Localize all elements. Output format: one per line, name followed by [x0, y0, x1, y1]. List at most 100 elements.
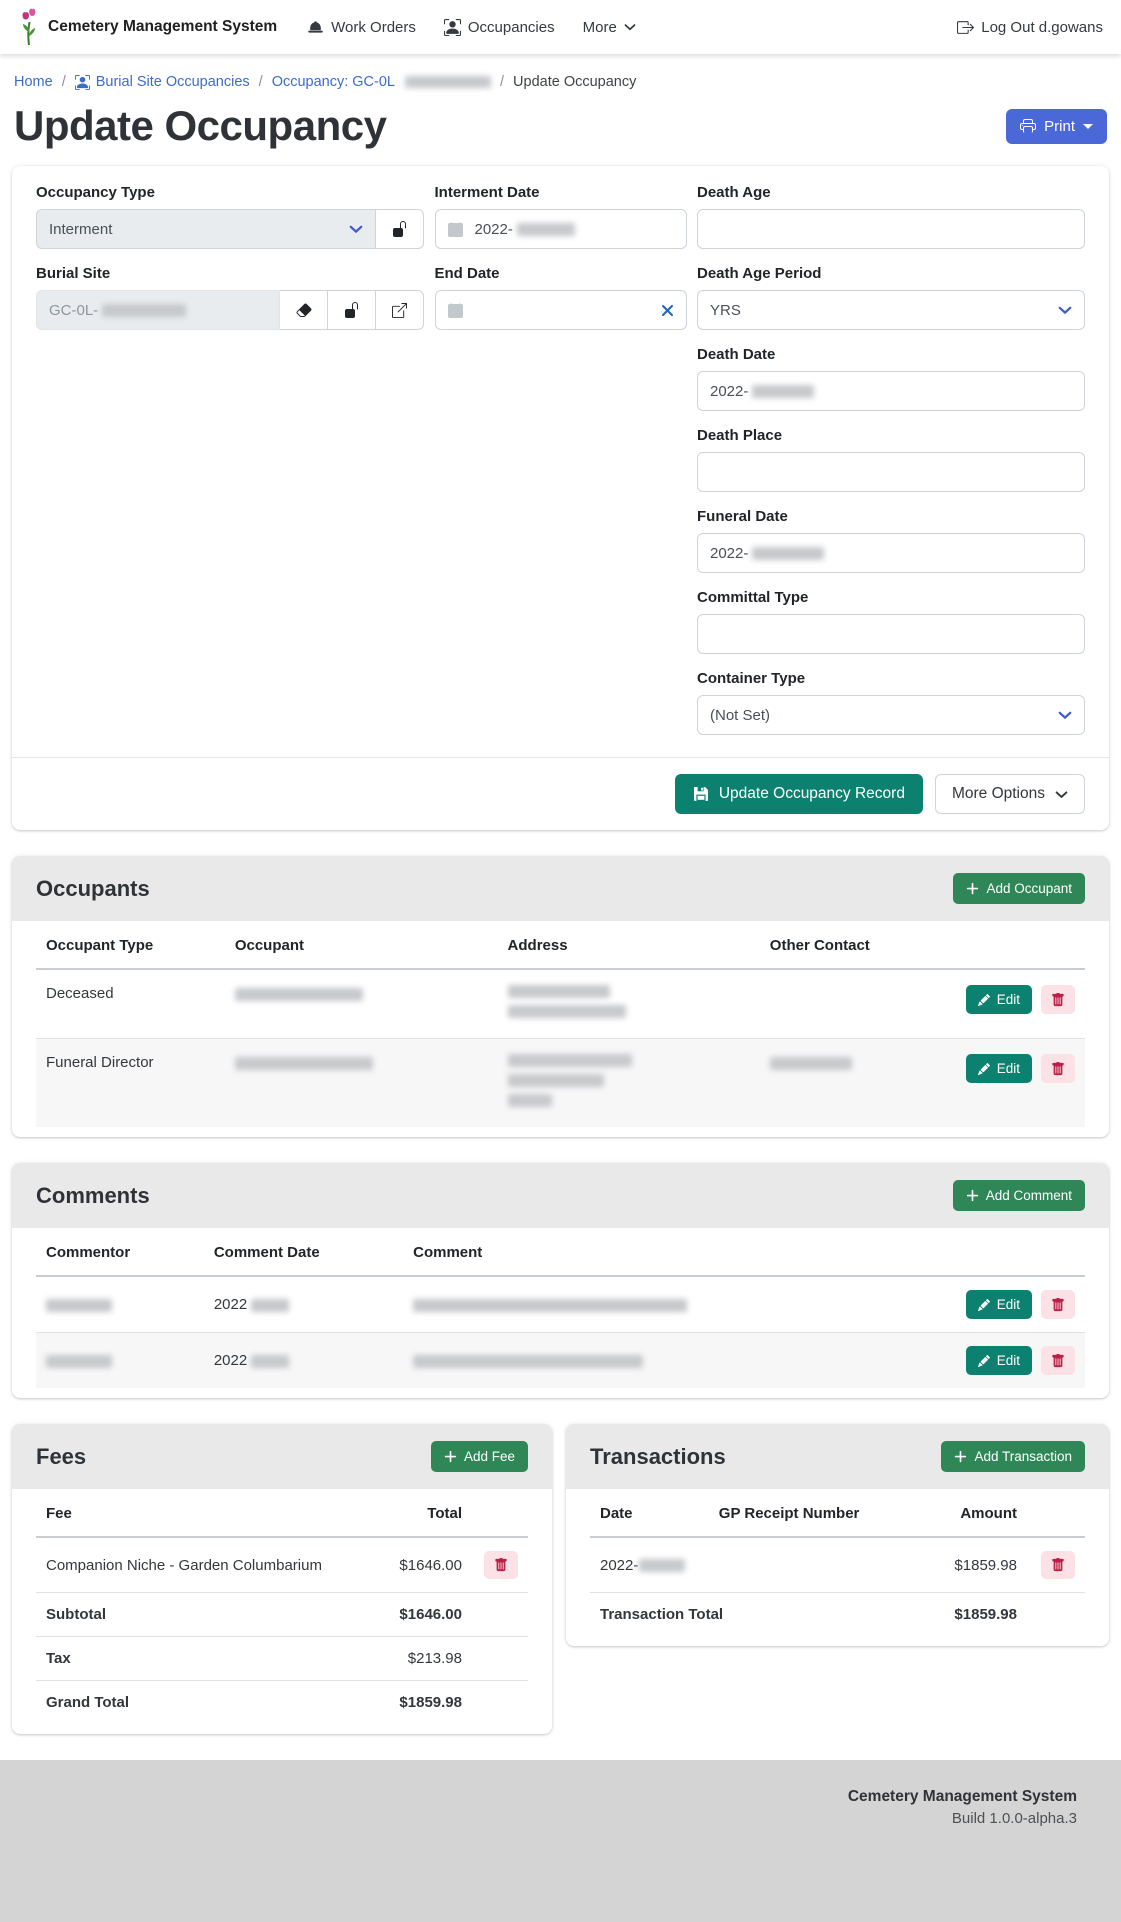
edit-label: Edit [997, 1353, 1020, 1368]
add-comment-button[interactable]: Add Comment [953, 1180, 1085, 1211]
burial-site-input[interactable]: GC-0L- [36, 290, 280, 330]
delete-transaction-button[interactable] [1041, 1551, 1075, 1579]
more-options-button[interactable]: More Options [935, 774, 1085, 814]
delete-occupant-button[interactable] [1041, 1054, 1075, 1083]
update-occupancy-record-button[interactable]: Update Occupancy Record [675, 774, 923, 814]
field-committal-type: Committal Type [697, 589, 1085, 654]
occupancy-type-lock-button[interactable] [376, 209, 424, 249]
occupancy-type-select[interactable]: Interment [36, 209, 376, 249]
subtotal-value: $1646.00 [377, 1593, 472, 1637]
nav-occupancies-label: Occupancies [468, 19, 555, 36]
print-button[interactable]: Print [1006, 109, 1107, 144]
logout-button[interactable]: Log Out d.gowans [957, 19, 1103, 36]
death-date-input[interactable]: 2022- [697, 371, 1085, 411]
nav-more[interactable]: More [583, 19, 636, 36]
container-type-select[interactable]: (Not Set) [697, 695, 1085, 735]
occupancy-type-label: Occupancy Type [36, 184, 424, 201]
pencil-icon [978, 1063, 990, 1075]
field-end-date: End Date [435, 265, 687, 330]
column-header: Commentor [36, 1230, 204, 1276]
chevron-down-icon [1058, 303, 1072, 317]
table-row: Funeral Director Edit [36, 1039, 1085, 1128]
field-interment-date: Interment Date 2022- [435, 184, 687, 249]
death-place-input[interactable] [697, 452, 1085, 492]
breadcrumb-occupancy[interactable]: Occupancy: GC-0L [272, 74, 491, 90]
occupancy-type-value: Interment [49, 221, 349, 238]
clear-x-icon[interactable] [661, 304, 674, 317]
edit-occupant-button[interactable]: Edit [966, 1054, 1032, 1083]
redacted-text [251, 1355, 289, 1368]
transactions-title: Transactions [590, 1444, 726, 1470]
redacted-text [508, 1074, 604, 1087]
fee-name-cell: Companion Niche - Garden Columbarium [36, 1537, 377, 1593]
delete-comment-button[interactable] [1041, 1346, 1075, 1375]
table-row: 2022 Edit [36, 1333, 1085, 1389]
committal-type-input[interactable] [697, 614, 1085, 654]
caret-down-icon [1083, 124, 1093, 129]
death-age-period-select[interactable]: YRS [697, 290, 1085, 330]
unlock-icon [392, 221, 408, 237]
subtotal-label: Subtotal [36, 1593, 377, 1637]
breadcrumb-burial-label: Burial Site Occupancies [96, 74, 250, 90]
transaction-amount-cell: $1859.98 [927, 1537, 1027, 1593]
tulip-logo-icon [18, 8, 40, 46]
redacted-text [752, 547, 824, 560]
column-header: Comment Date [204, 1230, 403, 1276]
edit-comment-button[interactable]: Edit [966, 1346, 1032, 1375]
hard-hat-icon [307, 19, 324, 36]
occupancy-form-card: Occupancy Type Interment [12, 166, 1109, 830]
edit-label: Edit [997, 992, 1020, 1007]
transactions-card: Transactions Add Transaction Date GP Rec… [566, 1424, 1109, 1646]
burial-site-lock-button[interactable] [328, 290, 376, 330]
edit-occupant-button[interactable]: Edit [966, 985, 1032, 1014]
interment-date-input[interactable]: 2022- [435, 209, 687, 249]
app-brand[interactable]: Cemetery Management System [18, 8, 277, 46]
delete-comment-button[interactable] [1041, 1290, 1075, 1319]
redacted-text [508, 1094, 552, 1107]
table-row: Subtotal $1646.00 [36, 1593, 528, 1637]
redacted-text [508, 1054, 632, 1067]
edit-comment-button[interactable]: Edit [966, 1290, 1032, 1319]
breadcrumb-burial-site-occupancies[interactable]: Burial Site Occupancies [75, 74, 250, 90]
add-occupant-button[interactable]: Add Occupant [953, 873, 1085, 904]
interment-date-label: Interment Date [435, 184, 687, 201]
redacted-text [102, 304, 186, 317]
trash-icon [1051, 993, 1065, 1007]
end-date-label: End Date [435, 265, 687, 282]
field-death-date: Death Date 2022- [697, 346, 1085, 411]
column-header: Fee [36, 1491, 377, 1537]
trash-icon [1051, 1298, 1065, 1312]
death-age-input[interactable] [697, 209, 1085, 249]
fee-total-cell: $1646.00 [377, 1537, 472, 1593]
table-row: 2022 Edit [36, 1276, 1085, 1333]
field-burial-site: Burial Site GC-0L- [36, 265, 424, 330]
delete-fee-button[interactable] [484, 1551, 518, 1579]
add-fee-label: Add Fee [464, 1449, 515, 1464]
delete-occupant-button[interactable] [1041, 985, 1075, 1014]
footer-app-name: Cemetery Management System [0, 1788, 1077, 1806]
occupant-type-cell: Funeral Director [36, 1039, 225, 1128]
add-transaction-button[interactable]: Add Transaction [941, 1441, 1085, 1472]
trash-icon [494, 1558, 508, 1572]
death-age-period-label: Death Age Period [697, 265, 1085, 282]
update-occupancy-record-label: Update Occupancy Record [719, 785, 905, 803]
redacted-text [413, 1299, 687, 1312]
box-arrow-right-icon [957, 19, 974, 36]
trash-icon [1051, 1062, 1065, 1076]
container-type-value: (Not Set) [710, 707, 1058, 724]
comments-title: Comments [36, 1183, 150, 1209]
burial-site-erase-button[interactable] [280, 290, 328, 330]
breadcrumb-separator: / [500, 74, 504, 90]
add-occupant-label: Add Occupant [986, 881, 1072, 896]
funeral-date-input[interactable]: 2022- [697, 533, 1085, 573]
breadcrumb-home[interactable]: Home [14, 74, 53, 90]
comment-date-cell: 2022 [214, 1352, 247, 1369]
nav-occupancies[interactable]: Occupancies [444, 19, 555, 36]
end-date-input[interactable] [435, 290, 687, 330]
transaction-total-label: Transaction Total [590, 1593, 927, 1637]
plus-icon [444, 1450, 457, 1463]
add-fee-button[interactable]: Add Fee [431, 1441, 528, 1472]
death-date-label: Death Date [697, 346, 1085, 363]
burial-site-open-button[interactable] [376, 290, 424, 330]
nav-work-orders[interactable]: Work Orders [307, 19, 416, 36]
